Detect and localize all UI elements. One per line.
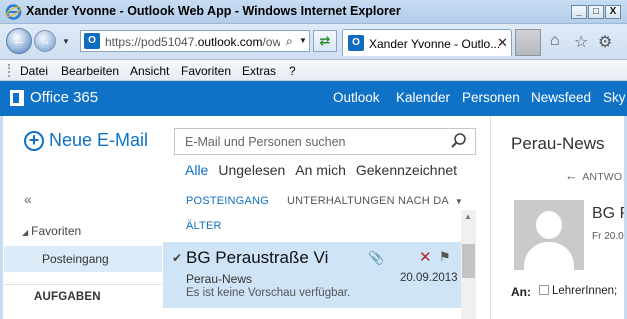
reading-date: Fr 20.0 bbox=[592, 231, 624, 242]
refresh-button[interactable]: ⇄ bbox=[313, 30, 337, 52]
filter-flagged[interactable]: Gekennzeichnet bbox=[356, 162, 457, 178]
back-button[interactable]: ← bbox=[6, 28, 32, 54]
message-preview: Es ist keine Vorschau verfügbar. bbox=[186, 287, 351, 299]
group-header-older: ÄLTER bbox=[186, 220, 222, 232]
recent-pages-dropdown-icon[interactable]: ▼ bbox=[62, 37, 70, 46]
expand-triangle-icon: ◢ bbox=[22, 228, 29, 237]
address-dropdown-icon[interactable]: ▼ bbox=[299, 36, 307, 45]
favorites-header[interactable]: ◢ Favoriten bbox=[22, 224, 81, 238]
selected-check-icon[interactable]: ✔ bbox=[172, 251, 182, 265]
reply-button[interactable]: ← ANTWO bbox=[565, 168, 622, 183]
window-title-bar: Xander Yvonne - Outlook Web App - Window… bbox=[0, 0, 627, 24]
address-url[interactable]: https://pod51047.outlook.com/owa bbox=[105, 35, 280, 49]
message-sender: Perau-News bbox=[186, 272, 253, 286]
menu-bar: Datei Bearbeiten Ansicht Favoriten Extra… bbox=[0, 60, 627, 81]
attachment-icon: 📎 bbox=[368, 250, 385, 265]
search-placeholder: E-Mail und Personen suchen bbox=[185, 135, 346, 149]
sort-label: UNTERHALTUNGEN NACH DA bbox=[287, 195, 449, 207]
browser-toolbar: ← → ▼ O https://pod51047.outlook.com/owa… bbox=[0, 24, 627, 60]
new-tab-button[interactable] bbox=[515, 29, 541, 56]
chevron-down-icon: ▼ bbox=[454, 197, 464, 206]
outlook-main: + Neue E-Mail « ◢ Favoriten Posteingang A… bbox=[0, 116, 627, 319]
scroll-thumb[interactable] bbox=[462, 244, 475, 278]
to-recipient-name: LehrerInnen; bbox=[552, 285, 618, 297]
message-subject: BG Peraustraße Vi bbox=[186, 248, 329, 267]
current-folder-label: POSTEINGANG bbox=[186, 195, 269, 207]
back-arrow-icon: ← bbox=[11, 32, 27, 49]
office365-logo-icon bbox=[10, 90, 24, 106]
filter-all[interactable]: Alle bbox=[185, 162, 208, 178]
pane-divider bbox=[490, 116, 491, 319]
avatar-body bbox=[524, 242, 574, 270]
window-frame-left bbox=[0, 116, 3, 319]
menu-grip bbox=[8, 64, 11, 77]
window-title: Xander Yvonne - Outlook Web App - Window… bbox=[26, 4, 401, 18]
nav-skydrive[interactable]: Sky bbox=[603, 90, 626, 105]
tab-close-icon[interactable]: ✕ bbox=[497, 35, 508, 51]
avatar-head bbox=[536, 211, 562, 239]
flag-icon[interactable]: ⚑ bbox=[439, 249, 451, 265]
office365-brand[interactable]: Office 365 bbox=[30, 89, 98, 106]
delete-icon[interactable]: ✕ bbox=[419, 248, 432, 266]
search-icon[interactable] bbox=[450, 132, 468, 150]
forward-arrow-icon: → bbox=[38, 33, 52, 48]
minimize-button[interactable]: _ bbox=[571, 5, 587, 19]
nav-newsfeed[interactable]: Newsfeed bbox=[531, 90, 591, 105]
forward-button[interactable]: → bbox=[34, 30, 56, 52]
plus-circle-icon: + bbox=[24, 131, 44, 151]
collapse-pane-icon[interactable]: « bbox=[24, 191, 32, 207]
reading-sender[interactable]: BG P bbox=[592, 205, 627, 223]
message-date: 20.09.2013 bbox=[400, 272, 458, 284]
address-bar[interactable]: O https://pod51047.outlook.com/owa ⌕ ▼ bbox=[80, 30, 310, 52]
menu-help[interactable]: ? bbox=[289, 64, 296, 78]
maximize-button[interactable]: □ bbox=[588, 5, 604, 19]
message-list-scrollbar[interactable]: ▲ bbox=[461, 210, 476, 319]
internet-explorer-icon bbox=[5, 4, 22, 20]
recipient-checkbox[interactable] bbox=[539, 285, 549, 295]
filter-to-me[interactable]: An mich bbox=[295, 162, 346, 178]
home-icon[interactable]: ⌂ bbox=[550, 32, 560, 50]
close-window-button[interactable]: X bbox=[605, 5, 621, 19]
new-mail-label: Neue E-Mail bbox=[49, 130, 149, 150]
menu-view[interactable]: Ansicht bbox=[130, 64, 169, 78]
folder-inbox[interactable]: Posteingang bbox=[4, 246, 162, 272]
tab-label: Xander Yvonne - Outlo... bbox=[369, 37, 501, 51]
menu-edit[interactable]: Bearbeiten bbox=[61, 64, 119, 78]
reading-pane-title: Perau-News bbox=[511, 134, 605, 153]
favorites-label: Favoriten bbox=[31, 224, 82, 238]
mail-search-box[interactable]: E-Mail und Personen suchen bbox=[174, 128, 476, 155]
outlook-tab-icon: O bbox=[348, 35, 364, 51]
to-recipient[interactable]: LehrerInnen; bbox=[539, 285, 617, 297]
gear-icon[interactable]: ⚙ bbox=[598, 32, 612, 52]
filter-unread[interactable]: Ungelesen bbox=[218, 162, 285, 178]
office365-header: Office 365 Outlook Kalender Personen New… bbox=[0, 81, 627, 116]
reply-label: ANTWO bbox=[582, 171, 623, 183]
outlook-favicon-icon: O bbox=[84, 33, 100, 49]
folder-tasks-label: AUFGABEN bbox=[34, 291, 101, 303]
sender-avatar bbox=[514, 200, 584, 270]
reply-arrow-icon: ← bbox=[565, 168, 579, 183]
menu-tools[interactable]: Extras bbox=[242, 64, 276, 78]
to-label: An: bbox=[511, 285, 531, 299]
browser-tab[interactable]: O Xander Yvonne - Outlo... ✕ bbox=[342, 29, 512, 56]
filter-bar: Alle Ungelesen An mich Gekennzeichnet bbox=[185, 162, 467, 178]
nav-people[interactable]: Personen bbox=[462, 90, 520, 105]
nav-calendar[interactable]: Kalender bbox=[396, 90, 450, 105]
scroll-up-icon[interactable]: ▲ bbox=[464, 212, 472, 221]
folder-tasks[interactable]: AUFGABEN bbox=[4, 284, 162, 303]
nav-outlook[interactable]: Outlook bbox=[333, 90, 380, 105]
sort-dropdown[interactable]: UNTERHALTUNGEN NACH DA ▼ bbox=[287, 195, 463, 207]
address-search-icon[interactable]: ⌕ bbox=[286, 34, 293, 49]
menu-favorites[interactable]: Favoriten bbox=[181, 64, 231, 78]
folder-inbox-label: Posteingang bbox=[42, 252, 109, 266]
message-list-item[interactable]: ✔ BG Peraustraße Vi 📎 ✕ ⚑ Perau-News 20.… bbox=[163, 242, 461, 308]
menu-file[interactable]: Datei bbox=[20, 64, 48, 78]
favorites-star-icon[interactable]: ☆ bbox=[574, 32, 588, 52]
